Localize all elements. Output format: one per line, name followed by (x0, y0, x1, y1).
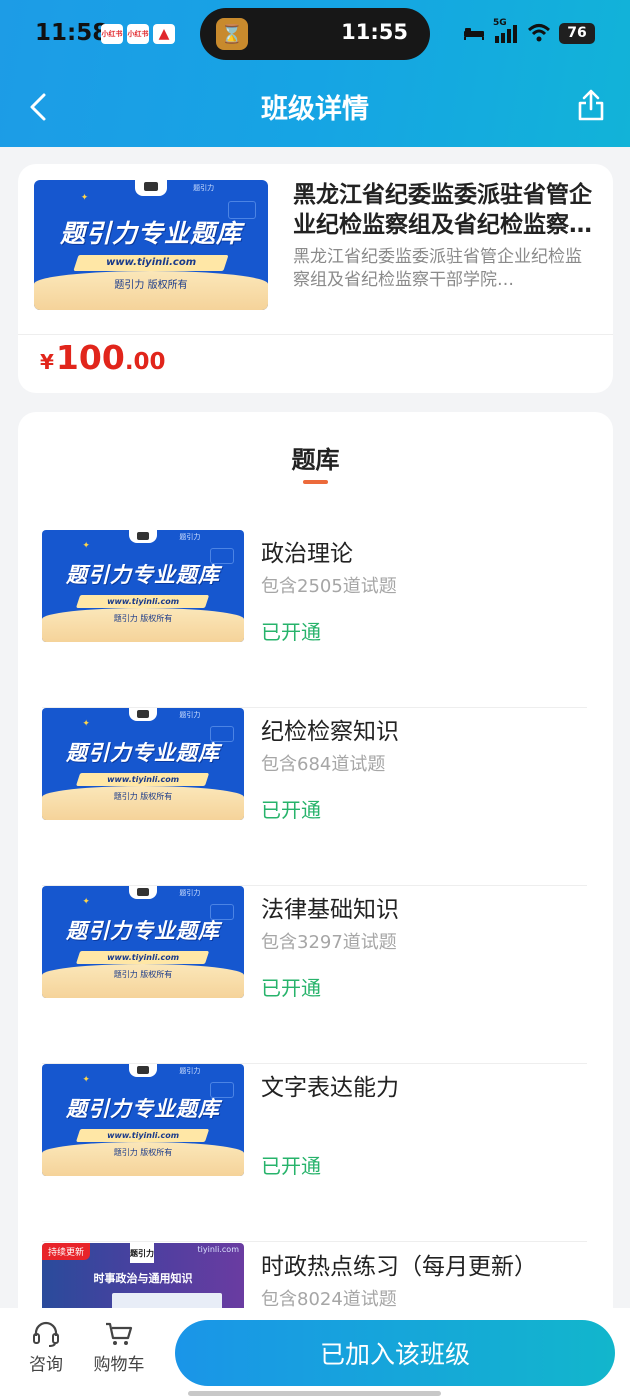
tiku-banner: 题引力 ✦ 题引力专业题库 www.tiyinli.com 题引力 版权所有 (34, 180, 268, 310)
item-thumbnail: 题引力 ✦ 题引力专业题库 www.tiyinli.com 题引力 版权所有 (42, 886, 244, 998)
joined-class-button[interactable]: 已加入该班级 (175, 1320, 615, 1386)
item-name: 纪检检察知识 (261, 719, 399, 745)
star-icon: ✦ (80, 193, 89, 203)
item-name: 政治理论 (261, 541, 353, 567)
item-status: 已开通 (261, 1154, 321, 1178)
section-title: 题库 (291, 446, 340, 474)
price-integer: 100 (55, 338, 125, 377)
item-status: 已开通 (261, 798, 321, 822)
xiaohongshu-icon: 小红书 (127, 24, 149, 44)
island-timer: 11:55 (341, 20, 408, 44)
item-name: 文字表达能力 (261, 1075, 399, 1101)
status-bar: 11:58 小红书 小红书 ▲ ⌛ 11:55 5G 76 (0, 0, 630, 68)
tiku-banner: 题引力 ✦ 题引力专业题库 www.tiyinli.com 题引力 版权所有 (42, 1064, 244, 1176)
consult-button[interactable]: 咨询 (16, 1320, 76, 1375)
banner-copyright: 题引力 版权所有 (114, 280, 188, 292)
star-icon: ✦ (82, 719, 90, 730)
item-count: 包含684道试题 (261, 754, 386, 775)
xiaohongshu-icon: 小红书 (101, 24, 123, 44)
headset-icon (33, 1321, 59, 1347)
question-bank-card: 题库 题引力 ✦ 题引力专业题库 www.tiyinli.com 题引力 版权所… (18, 412, 613, 1400)
tiku-banner: 题引力 ✦ 题引力专业题库 www.tiyinli.com 题引力 版权所有 (42, 886, 244, 998)
bed-icon (464, 28, 484, 40)
consult-label: 咨询 (29, 1355, 63, 1375)
status-indicators: 5G 76 (463, 18, 595, 44)
wifi-icon (527, 24, 551, 42)
cart-button[interactable]: 购物车 (89, 1320, 149, 1375)
network-type: 5G (493, 18, 507, 28)
item-name: 法律基础知识 (261, 897, 399, 923)
course-thumbnail: 题引力 ✦ 题引力专业题库 www.tiyinli.com 题引力 版权所有 (34, 180, 268, 310)
item-thumbnail: 题引力 ✦ 题引力专业题库 www.tiyinli.com 题引力 版权所有 (42, 530, 244, 642)
dynamic-island: ⌛ 11:55 (200, 8, 430, 60)
course-price: ¥ 100 .00 (40, 338, 166, 377)
star-icon: ✦ (82, 1075, 90, 1086)
star-icon: ✦ (82, 897, 90, 908)
share-icon[interactable] (576, 88, 606, 122)
page-title: 班级详情 (261, 94, 369, 125)
item-thumbnail: 题引力 ✦ 题引力专业题库 www.tiyinli.com 题引力 版权所有 (42, 1064, 244, 1176)
item-status: 已开通 (261, 620, 321, 644)
cart-label: 购物车 (93, 1355, 145, 1375)
course-description: 黑龙江省纪委监委派驻省管企业纪检监察组及省纪检监察干部学院… (293, 247, 582, 290)
update-badge: 持续更新 (42, 1243, 91, 1260)
site-label: tiyinli.com (197, 1245, 239, 1254)
list-item[interactable]: 题引力 ✦ 题引力专业题库 www.tiyinli.com 题引力 版权所有 纪… (42, 708, 587, 886)
tiku-banner: 题引力 ✦ 题引力专业题库 www.tiyinli.com 题引力 版权所有 (42, 708, 244, 820)
tiku-banner: 题引力 ✦ 题引力专业题库 www.tiyinli.com 题引力 版权所有 (42, 530, 244, 642)
bottom-action-bar: 咨询 购物车 已加入该班级 (0, 1308, 630, 1400)
list-item[interactable]: 题引力 ✦ 题引力专业题库 www.tiyinli.com 题引力 版权所有 政… (42, 530, 587, 708)
banner-url: www.tiyinli.com (73, 255, 229, 271)
logo: 题引力 (130, 1243, 154, 1263)
banner-title: 题引力专业题库 (59, 218, 242, 248)
header-bar: 11:58 小红书 小红书 ▲ ⌛ 11:55 5G 76 班级详情 (0, 0, 630, 147)
star-icon: ✦ (82, 541, 90, 552)
list-item[interactable]: 题引力 ✦ 题引力专业题库 www.tiyinli.com 题引力 版权所有 文… (42, 1064, 587, 1242)
section-underline (303, 480, 328, 484)
item-name: 时政热点练习（每月更新） (261, 1254, 537, 1280)
shopping-cart-icon (106, 1322, 133, 1345)
app-notification-icon: ▲ (153, 24, 175, 44)
list-item[interactable]: 题引力 ✦ 题引力专业题库 www.tiyinli.com 题引力 版权所有 法… (42, 886, 587, 1064)
item-thumbnail: 题引力 ✦ 题引力专业题库 www.tiyinli.com 题引力 版权所有 (42, 708, 244, 820)
item-status: 已开通 (261, 976, 321, 1000)
course-title: 黑龙江省纪委监委派驻省管企业纪检监察组及省纪检监察干部学院… (293, 182, 592, 238)
price-decimal: .00 (124, 349, 166, 375)
price-symbol: ¥ (40, 350, 54, 374)
status-time: 11:58 (35, 20, 109, 46)
item-count: 包含2505道试题 (261, 576, 397, 597)
brand-label: 题引力 (193, 183, 215, 192)
signal-icon: 5G (493, 18, 519, 44)
home-indicator (188, 1391, 441, 1396)
logo-tab (134, 180, 168, 196)
divider (18, 334, 613, 335)
course-info-card: 题引力 ✦ 题引力专业题库 www.tiyinli.com 题引力 版权所有 黑… (18, 164, 613, 393)
hourglass-icon: ⌛ (216, 18, 248, 50)
item-count: 包含3297道试题 (261, 932, 397, 953)
banner-title: 时事政治与通用知识 (93, 1272, 193, 1285)
notification-icons: 小红书 小红书 ▲ (101, 24, 175, 44)
battery-indicator: 76 (559, 22, 595, 44)
